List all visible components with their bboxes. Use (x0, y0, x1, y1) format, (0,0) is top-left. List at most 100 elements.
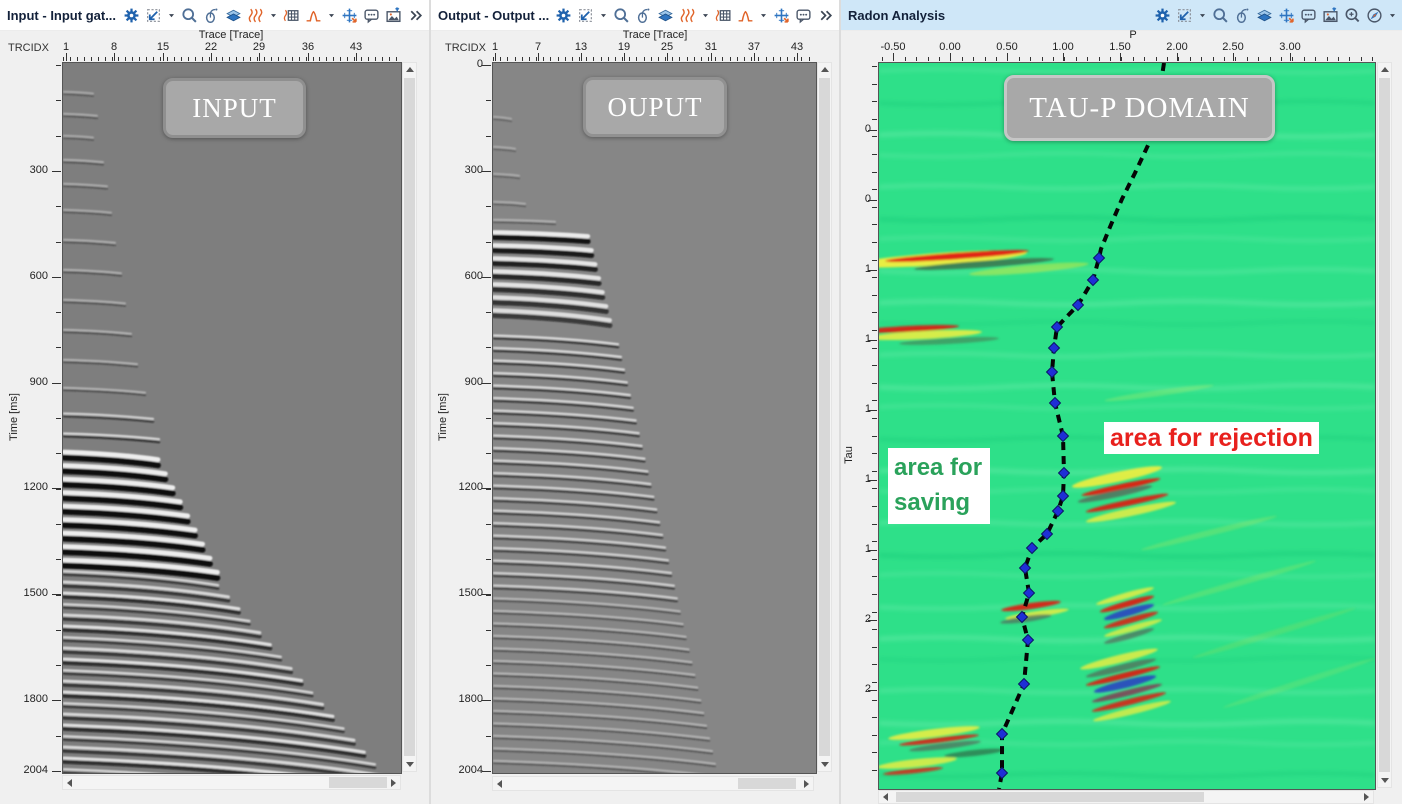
tick-mark (515, 57, 516, 61)
compass-icon[interactable] (1365, 6, 1383, 24)
tick-mark (91, 57, 92, 61)
hist-icon[interactable] (736, 6, 754, 24)
scroll-up-icon[interactable] (818, 63, 831, 76)
fit-icon[interactable] (576, 6, 594, 24)
fit-icon[interactable] (1175, 6, 1193, 24)
layers-icon[interactable] (1255, 6, 1273, 24)
scroll-down-icon[interactable] (1378, 774, 1391, 787)
zoom-icon[interactable] (180, 6, 198, 24)
caret-icon[interactable] (1197, 6, 1207, 24)
comment-icon[interactable] (1299, 6, 1317, 24)
output-hscrollbar[interactable] (492, 776, 814, 791)
tick-mark (550, 57, 551, 61)
table-icon[interactable] (282, 6, 300, 24)
tick-mark (354, 57, 355, 61)
output-hscroll-thumb[interactable] (738, 778, 796, 789)
tick-mark (872, 207, 877, 208)
input-hscroll-thumb[interactable] (329, 777, 388, 788)
scroll-up-icon[interactable] (403, 63, 416, 76)
qzoom-icon[interactable] (1343, 6, 1361, 24)
fit-icon[interactable] (144, 6, 162, 24)
layers-icon[interactable] (224, 6, 242, 24)
export-icon[interactable] (1321, 6, 1339, 24)
scroll-left-icon[interactable] (879, 791, 892, 803)
scroll-down-icon[interactable] (403, 758, 416, 771)
scroll-down-icon[interactable] (818, 758, 831, 771)
caret-icon[interactable] (1387, 6, 1397, 24)
scroll-left-icon[interactable] (493, 777, 506, 790)
mouse-icon[interactable] (634, 6, 652, 24)
tick-mark (486, 736, 491, 737)
gear-icon[interactable] (1153, 6, 1171, 24)
caret-icon[interactable] (166, 6, 176, 24)
more-icon[interactable] (816, 6, 834, 24)
output-seismic-image[interactable] (492, 62, 817, 774)
cross-icon[interactable] (1277, 6, 1295, 24)
axis-tick-label: 15 (157, 41, 169, 53)
comment-icon[interactable] (794, 6, 812, 24)
tick-mark (872, 559, 877, 560)
output-vscrollbar[interactable] (817, 62, 832, 772)
scroll-left-icon[interactable] (63, 776, 76, 789)
input-hscrollbar[interactable] (62, 775, 401, 790)
caret-icon[interactable] (268, 6, 278, 24)
trace-axis-corner-label: TRCIDX (445, 42, 486, 54)
tick-mark (1064, 57, 1065, 61)
tick-mark-major (482, 771, 491, 772)
output-titlebar[interactable]: Output - Output ... (431, 0, 839, 31)
scroll-right-icon[interactable] (387, 776, 400, 789)
radon-title: Radon Analysis (841, 8, 945, 23)
tick-mark-major (1233, 53, 1234, 61)
caret-icon[interactable] (758, 6, 768, 24)
radon-vscrollbar[interactable] (1377, 62, 1392, 788)
tick-mark (132, 57, 133, 61)
caret-icon[interactable] (598, 6, 608, 24)
cross-icon[interactable] (340, 6, 358, 24)
input-vscrollbar[interactable] (402, 62, 417, 772)
caret-icon[interactable] (700, 6, 710, 24)
table-icon[interactable] (714, 6, 732, 24)
tick-mark (98, 57, 99, 61)
tick-mark (375, 57, 376, 61)
tick-mark (56, 630, 61, 631)
radon-titlebar[interactable]: Radon Analysis (841, 0, 1402, 31)
gear-icon[interactable] (554, 6, 572, 24)
zoom-icon[interactable] (612, 6, 630, 24)
tick-mark-major (52, 594, 61, 595)
input-titlebar[interactable]: Input - Input gat... (0, 0, 429, 31)
tick-mark-major (482, 488, 491, 489)
mouse-icon[interactable] (1233, 6, 1251, 24)
gear-icon[interactable] (122, 6, 140, 24)
scroll-right-icon[interactable] (800, 777, 813, 790)
export-icon[interactable] (384, 6, 402, 24)
panel-radon-analysis: Radon Analysis P Tau TAU-P DOMAIN area f… (841, 0, 1402, 804)
input-seismic-image[interactable] (62, 62, 402, 774)
cross-icon[interactable] (772, 6, 790, 24)
more-icon[interactable] (406, 6, 424, 24)
scroll-right-icon[interactable] (1360, 791, 1373, 803)
radon-hscrollbar[interactable] (878, 790, 1374, 804)
hist-icon[interactable] (304, 6, 322, 24)
input-vscroll-thumb[interactable] (404, 78, 415, 756)
axis-tick-label: 1 (851, 263, 871, 275)
tick-mark (905, 57, 906, 61)
tick-mark (543, 57, 544, 61)
output-vscroll-thumb[interactable] (819, 78, 830, 756)
caret-icon[interactable] (326, 6, 336, 24)
comment-icon[interactable] (362, 6, 380, 24)
mouse-icon[interactable] (202, 6, 220, 24)
tick-mark (872, 224, 877, 225)
layers-icon[interactable] (656, 6, 674, 24)
axis-tick-label: 13 (575, 41, 587, 53)
zoom-icon[interactable] (1211, 6, 1229, 24)
tick-mark (1201, 57, 1202, 61)
wiggle-icon[interactable] (678, 6, 696, 24)
radon-hscroll-thumb[interactable] (896, 792, 1204, 802)
tick-mark (872, 664, 877, 665)
wiggle-icon[interactable] (246, 6, 264, 24)
tick-mark (939, 57, 940, 61)
tick-mark (285, 57, 286, 61)
tick-mark (872, 735, 877, 736)
radon-vscroll-thumb[interactable] (1379, 78, 1390, 772)
scroll-up-icon[interactable] (1378, 63, 1391, 76)
